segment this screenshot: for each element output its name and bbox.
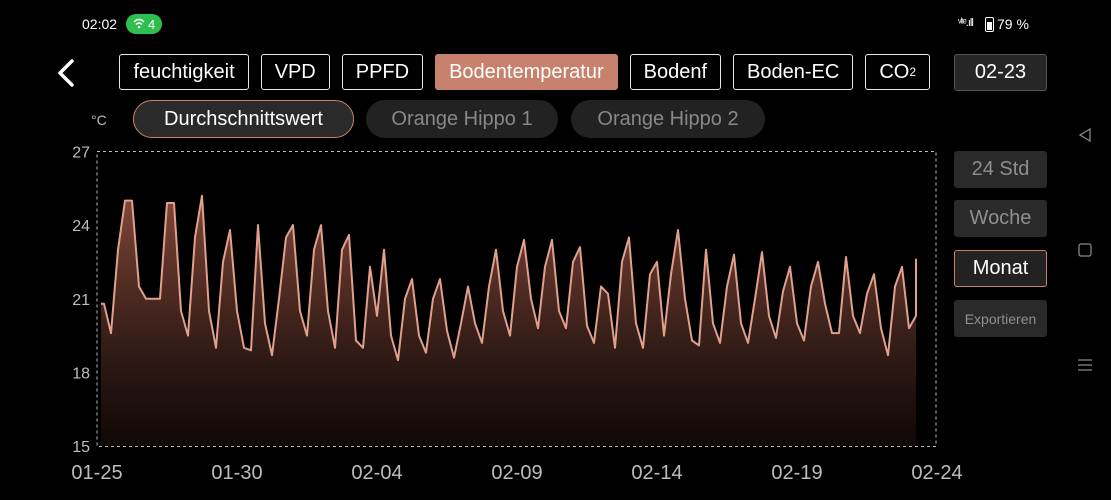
- x-tick-label: 02-14: [631, 462, 682, 484]
- x-tick-label: 01-30: [211, 462, 262, 484]
- y-tick-label: 27: [72, 145, 90, 162]
- y-tick-label: 15: [72, 439, 90, 456]
- x-tick-label: 02-09: [491, 462, 542, 484]
- y-tick-label: 24: [72, 218, 90, 235]
- y-tick-label: 21: [72, 292, 90, 309]
- x-tick-label: 02-24: [911, 462, 962, 484]
- x-tick-label: 01-25: [71, 462, 122, 484]
- temperature-chart: 15 18 21 24 27 01-25 01-30 02-04 02-09 02-14 02-1…: [71, 145, 962, 485]
- series-area: [101, 195, 916, 446]
- x-tick-label: 02-19: [771, 462, 822, 484]
- y-tick-label: 18: [72, 365, 90, 382]
- x-tick-label: 02-04: [351, 462, 402, 484]
